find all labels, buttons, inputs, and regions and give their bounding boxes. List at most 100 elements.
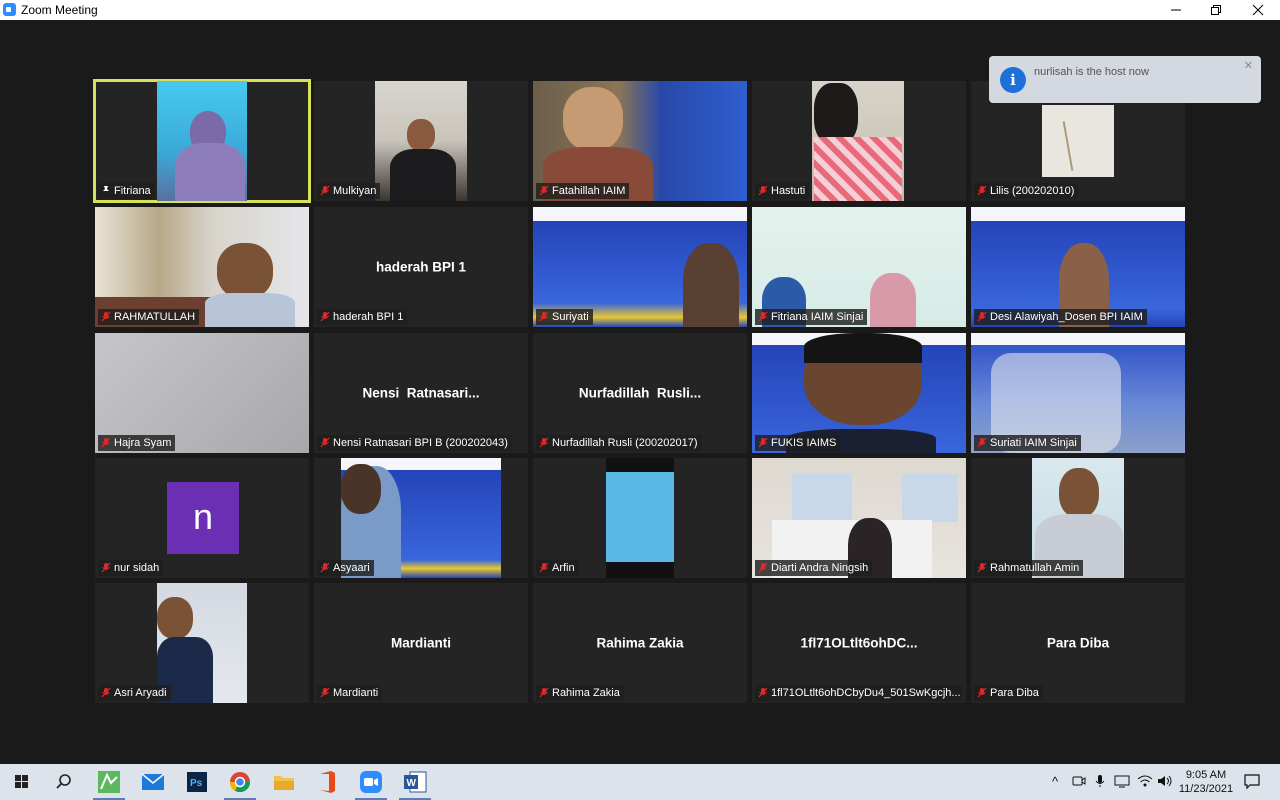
close-button[interactable] [1238,0,1278,20]
display-icon[interactable] [1114,774,1130,791]
participant-name-tag: Arfin [536,560,579,576]
muted-mic-icon [101,437,111,448]
participant-name-tag: Hastuti [755,183,810,199]
muted-mic-icon [539,311,549,322]
participant-tile[interactable]: Asri Aryadi [95,583,309,703]
participant-tile[interactable]: Suriati IAIM Sinjai [971,333,1185,453]
close-icon [1252,4,1264,16]
participant-tile[interactable]: Hajra Syam [95,333,309,453]
participant-tile[interactable]: n nur sidah [95,458,309,578]
participant-tile[interactable]: Rahima Zakia Rahima Zakia [533,583,747,703]
participant-tile[interactable]: Rahmatullah Amin [971,458,1185,578]
participant-name-tag: haderah BPI 1 [317,309,408,325]
muted-mic-icon [539,185,549,196]
zoom-icon[interactable] [357,769,385,795]
participant-tile[interactable]: Nensi Ratnasari... Nensi Ratnasari BPI B… [314,333,528,453]
chevron-up-icon[interactable]: ^ [1052,774,1058,789]
participant-name-tag: Para Diba [974,685,1043,701]
svg-text:W: W [407,778,417,789]
participant-name-tag: Rahmatullah Amin [974,560,1084,576]
mail-icon[interactable] [139,769,167,795]
notifications-icon[interactable] [1243,772,1261,793]
participant-name-tag: Asyaari [317,560,374,576]
host-notification: i nurlisah is the host now ✕ [989,56,1261,103]
search-icon[interactable] [50,769,78,795]
participant-tile[interactable]: Asyaari [314,458,528,578]
participant-name-tag: 1fl71OLtlt6ohDCbyDu4_501SwKgcjh... [755,685,962,701]
file-explorer-icon[interactable] [270,769,298,795]
muted-mic-icon [320,687,330,698]
participant-tile[interactable]: Suriyati [533,207,747,327]
muted-mic-icon [977,437,987,448]
participant-tile[interactable]: Fitriana IAIM Sinjai [752,207,966,327]
wifi-icon[interactable] [1137,774,1153,791]
participant-tile[interactable]: Mulkiyan [314,81,528,201]
microphone-icon[interactable] [1094,774,1106,791]
participant-tile[interactable]: Para Diba Para Diba [971,583,1185,703]
photoshop-icon[interactable]: Ps [183,769,211,795]
volume-icon[interactable] [1157,774,1173,791]
muted-mic-icon [539,562,549,573]
notification-text: nurlisah is the host now [1034,66,1149,78]
windows-start-icon[interactable] [8,769,36,795]
muted-mic-icon [758,311,768,322]
participant-tile[interactable]: Hastuti [752,81,966,201]
participant-tile[interactable]: haderah BPI 1 haderah BPI 1 [314,207,528,327]
muted-mic-icon [539,437,549,448]
muted-mic-icon [320,185,330,196]
participant-name-tag: Nurfadillah Rusli (200202017) [536,435,702,451]
participant-display-name: Nensi Ratnasari... [362,385,480,401]
participant-display-name: Nurfadillah Rusli... [578,385,702,401]
minimize-icon [1171,9,1181,11]
participant-tile[interactable]: Fitriana [93,79,311,203]
clock[interactable]: 9:05 AM 11/23/2021 [1178,768,1234,796]
muted-mic-icon [977,185,987,196]
participant-name-tag: Suriati IAIM Sinjai [974,435,1081,451]
participant-tile[interactable]: Desi Alawiyah_Dosen BPI IAIM [971,207,1185,327]
participant-name-tag: Fitriana IAIM Sinjai [755,309,868,325]
participant-tile[interactable]: Mardianti Mardianti [314,583,528,703]
word-icon[interactable]: W [401,769,429,795]
participant-tile[interactable]: Arfin [533,458,747,578]
participant-tile[interactable]: FUKIS IAIMS [752,333,966,453]
participant-tile[interactable]: Fatahillah IAIM [533,81,747,201]
clock-date: 11/23/2021 [1178,783,1234,795]
svg-text:Ps: Ps [190,778,203,789]
participant-display-name: Rahima Zakia [596,635,684,651]
restore-icon [1211,5,1221,15]
participant-name-tag: Rahima Zakia [536,685,624,701]
participant-name-tag: Asri Aryadi [98,685,171,701]
participant-display-name: Mardianti [390,635,451,651]
close-notification-icon[interactable]: ✕ [1244,59,1253,72]
muted-mic-icon [320,437,330,448]
muted-mic-icon [977,311,987,322]
muted-mic-icon [101,687,111,698]
window-title: Zoom Meeting [21,3,98,17]
participant-tile[interactable]: RAHMATULLAH [95,207,309,327]
participant-display-name: haderah BPI 1 [375,259,467,275]
participant-tile[interactable]: Diarti Andra Ningsih [752,458,966,578]
restore-button[interactable] [1196,0,1236,20]
meet-now-icon[interactable] [1072,774,1086,791]
zoom-app-icon [3,3,16,16]
muted-mic-icon [977,687,987,698]
camtasia-icon[interactable] [95,769,123,795]
participant-name-tag: Desi Alawiyah_Dosen BPI IAIM [974,309,1147,325]
clock-time: 9:05 AM [1185,769,1227,781]
participant-name-tag: FUKIS IAIMS [755,435,841,451]
participant-name-tag: Mulkiyan [317,183,381,199]
title-bar: Zoom Meeting [0,0,1280,20]
participant-tile[interactable]: 1fl71OLtlt6ohDC... 1fl71OLtlt6ohDCbyDu4_… [752,583,966,703]
minimize-button[interactable] [1156,0,1196,20]
muted-mic-icon [758,185,768,196]
participant-display-name: 1fl71OLtlt6ohDC... [800,635,918,651]
participant-name-tag: Hajra Syam [98,435,176,451]
participant-name-tag: Suriyati [536,309,593,325]
participant-name-tag: Diarti Andra Ningsih [755,560,873,576]
chrome-icon[interactable] [226,769,254,795]
taskbar: Ps W ^ 9:05 AM 11/23/2021 [0,764,1280,800]
participant-tile[interactable]: Nurfadillah Rusli... Nurfadillah Rusli (… [533,333,747,453]
info-icon: i [1000,67,1026,93]
office-icon[interactable] [313,769,341,795]
gallery-view: Fitriana Mulkiyan Fatahillah IAIM Hastut… [0,20,1280,764]
